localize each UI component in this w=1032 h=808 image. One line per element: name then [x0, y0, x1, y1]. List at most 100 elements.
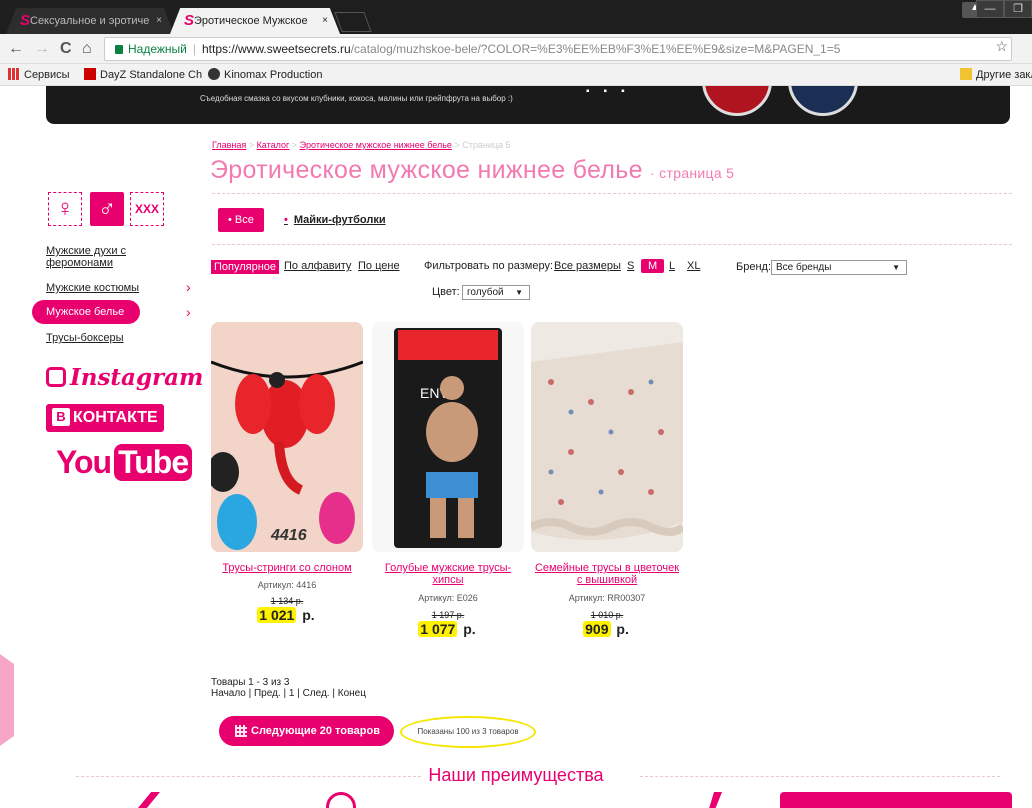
pagination-count: Товары 1 - 3 из 3	[211, 677, 290, 688]
product-old-price: 1 134 р.	[270, 596, 304, 606]
bookmarks-bar: Сервисы DayZ Standalone Ch Kinomax Produ…	[0, 64, 1032, 86]
advantage-icon	[138, 792, 160, 808]
tab-title: Эротическое Мужское	[194, 15, 308, 27]
chevron-right-icon[interactable]: ›	[186, 279, 191, 295]
product-old-price: 1 197 р.	[431, 610, 465, 620]
female-category-button[interactable]: ♀	[48, 192, 82, 226]
product-image-elephant[interactable]: 4416	[211, 322, 363, 552]
sidebar-item-underwear-active[interactable]: Мужское белье	[32, 300, 140, 324]
size-l[interactable]: L	[669, 260, 675, 272]
divider	[212, 244, 1012, 245]
bookmark-dayz[interactable]: DayZ Standalone Ch	[84, 68, 202, 81]
maximize-button[interactable]: ❐	[1004, 0, 1032, 18]
product-image-label: 4416	[270, 527, 307, 544]
advantage-icon	[326, 792, 356, 808]
color-select[interactable]: голубой ▼	[462, 285, 530, 300]
tab-title: Сексуальное и эротиче	[30, 15, 150, 27]
forward-icon[interactable]: →	[34, 40, 50, 58]
brand-select[interactable]: Все бренды ▼	[771, 260, 907, 275]
tab-close-icon[interactable]: ×	[156, 8, 162, 34]
product-image-floral[interactable]	[531, 322, 683, 552]
secure-label: Надежный	[128, 42, 187, 56]
url-path: /catalog/muzhskoe-bele/?COLOR=%E3%EE%EB%…	[350, 42, 841, 56]
banner-text: Съедобная смазка со вкусом клубники, кок…	[200, 94, 513, 103]
size-m-active[interactable]: M	[641, 259, 665, 273]
brand-label: Бренд:	[736, 261, 772, 273]
bookmark-kinomax[interactable]: Kinomax Production	[208, 68, 322, 81]
advantages-title: Наши преимущества	[428, 765, 604, 785]
product-name[interactable]: Трусы-стринги со слоном	[211, 562, 363, 574]
sidebar-item-costumes[interactable]: Мужские костюмы	[46, 282, 176, 294]
color-label: Цвет:	[432, 286, 460, 298]
chevron-right-icon[interactable]: ›	[186, 304, 191, 320]
breadcrumb-catalog[interactable]: Каталог	[257, 140, 290, 150]
product-image-envy[interactable]: ENVY	[372, 322, 524, 552]
advantage-banner[interactable]	[780, 792, 1012, 808]
home-icon[interactable]: ⌂	[82, 40, 92, 58]
bookmark-star-icon[interactable]: ☆	[995, 38, 1008, 55]
sort-price[interactable]: По цене	[358, 260, 400, 272]
tab-sexualnoe[interactable]: S Сексуальное и эротиче ×	[6, 8, 174, 34]
grid-icon	[235, 725, 247, 737]
new-tab-button[interactable]	[334, 12, 372, 32]
male-category-button[interactable]: ♂	[90, 192, 124, 226]
size-all[interactable]: Все размеры	[554, 260, 621, 272]
bookmark-apps[interactable]: Сервисы	[8, 68, 70, 81]
size-s[interactable]: S	[627, 260, 634, 272]
bookmark-other[interactable]: Другие закл	[960, 68, 1032, 81]
size-filter-label: Фильтровать по размеру:	[424, 260, 554, 272]
tab-close-icon[interactable]: ×	[322, 8, 328, 34]
site-favicon-icon: S	[20, 12, 31, 29]
product-name[interactable]: Семейные трусы в цветочек с вышивкой	[531, 562, 683, 586]
breadcrumb-home[interactable]: Главная	[212, 140, 246, 150]
size-xl[interactable]: XL	[687, 260, 700, 272]
product-price: 1 021 р.	[257, 607, 315, 623]
xxx-category-button[interactable]: XXX	[130, 192, 164, 226]
reload-icon[interactable]: C	[60, 40, 72, 58]
product-article: Артикул: RR00307	[568, 593, 646, 603]
instagram-link[interactable]: Instagram	[46, 364, 203, 391]
window-controls: — ❐	[976, 0, 1032, 18]
advantage-icon	[709, 792, 722, 808]
breadcrumb-section[interactable]: Эротическое мужское нижнее белье	[300, 140, 452, 150]
category-tshirts-link[interactable]: Майки-футболки	[284, 214, 386, 226]
sort-alpha[interactable]: По алфавиту	[284, 260, 351, 272]
product-article: Артикул: 4416	[257, 580, 317, 590]
browser-toolbar: ← → C ⌂ Надежный | https://www.sweetsecret…	[0, 34, 1032, 64]
pagination: Товары 1 - 3 из 3 Начало | Пред. | 1 | С…	[211, 677, 366, 699]
back-icon[interactable]: ←	[8, 40, 24, 58]
youtube-link[interactable]: You Tube	[56, 444, 193, 481]
sort-popular[interactable]: Популярное	[211, 260, 280, 274]
sidebar-item-pheromones[interactable]: Мужские духи с феромонами	[46, 245, 176, 269]
product-name[interactable]: Голубые мужские трусы-хипсы	[372, 562, 524, 586]
product-article: Артикул: E026	[418, 593, 478, 603]
category-all-button[interactable]: • Все	[218, 208, 264, 232]
lubricant-red-image	[702, 86, 772, 116]
sidebar-item-boxers[interactable]: Трусы-боксеры	[46, 332, 176, 344]
product-price: 1 077 р.	[418, 621, 476, 637]
url-host: https://www.sweetsecrets.ru	[202, 42, 351, 56]
lubricant-blue-image	[788, 86, 858, 116]
chevron-down-icon: ▼	[515, 288, 523, 297]
page-title: Эротическое мужское нижнее белье · стран…	[210, 156, 735, 184]
browser-tab-bar: S Сексуальное и эротиче × S Эротическое …	[0, 0, 1032, 34]
instagram-icon	[46, 367, 66, 387]
pagination-nav[interactable]: Начало | Пред. | 1 | След. | Конец	[211, 688, 366, 699]
tab-muzhskoe-active[interactable]: S Эротическое Мужское ×	[170, 8, 340, 34]
dayz-icon	[84, 68, 96, 80]
minimize-button[interactable]: —	[976, 0, 1004, 18]
breadcrumb: Главная > Каталог > Эротическое мужское …	[212, 140, 511, 150]
decorative-shape	[0, 640, 14, 760]
shown-count-text: Показаны 100 из 3 товаров	[400, 716, 536, 748]
vk-icon: B	[52, 408, 70, 426]
folder-icon	[960, 68, 972, 80]
divider	[212, 193, 1012, 194]
kinomax-icon	[208, 68, 220, 80]
promo-banner[interactable]: Съедобная смазка со вкусом клубники, кок…	[46, 86, 1010, 124]
address-bar[interactable]: Надежный | https://www.sweetsecrets.ru/cat…	[104, 37, 1012, 61]
banner-dots: ▪▪▪	[586, 86, 639, 97]
apps-grid-icon	[8, 68, 20, 80]
chevron-down-icon: ▼	[892, 263, 900, 272]
next-20-button[interactable]: Следующие 20 товаров	[219, 716, 394, 746]
vkontakte-link[interactable]: B КОНТАКТЕ	[46, 404, 164, 432]
